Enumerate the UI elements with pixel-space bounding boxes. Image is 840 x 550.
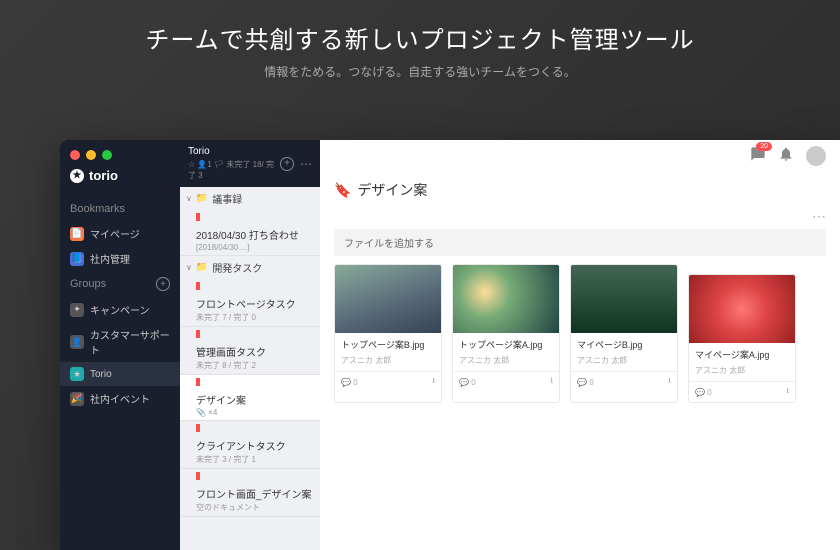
comment-count: 💬 0 [577, 378, 594, 387]
file-author: アスニカ 太郎 [341, 355, 435, 366]
comment-count: 💬 0 [459, 378, 476, 387]
document-tree: ∨ 📁 議事録 2018/04/30 打ち合わせ [2018/04/30 ...… [180, 187, 320, 550]
hero-title: チームで共創する新しいプロジェクト管理ツール [0, 20, 840, 55]
bell-button[interactable] [778, 146, 794, 167]
main-content: 20 🔖 デザイン案 ⋯ ファイルを追加する トップページ案B.jpg アスニカ… [320, 140, 840, 550]
add-file-button[interactable]: ファイルを追加する [334, 229, 826, 256]
download-icon[interactable]: ⭳ [432, 375, 435, 389]
doc-frontpage-task[interactable]: フロントページタスク 未完了 7 / 完了 0 [180, 279, 320, 327]
doc-meeting-0430[interactable]: 2018/04/30 打ち合わせ [2018/04/30 ...] [180, 210, 320, 256]
topbar: 20 [320, 140, 840, 172]
folder-icon: 📁 [196, 262, 208, 273]
doc-client-task[interactable]: クライアントタスク 未完了 3 / 完了 1 [180, 421, 320, 469]
doc-design-draft[interactable]: デザイン案 📎 ×4 [180, 375, 320, 421]
comment-count: 💬 0 [695, 388, 712, 397]
hero-section: チームで共創する新しいプロジェクト管理ツール 情報をためる。つなげる。自走する強… [0, 0, 840, 90]
content-toolbar: ⋯ [320, 208, 840, 225]
file-card[interactable]: トップページ案B.jpg アスニカ 太郎 💬 0 ⭳ [334, 264, 442, 403]
group-icon: 👤 [70, 335, 84, 349]
sidebar: ★ torio Bookmarks 📄 マイページ 📘 社内管理 Groups … [60, 140, 180, 550]
file-thumbnail [335, 265, 441, 333]
status-marker [196, 424, 200, 432]
logo-icon: ★ [70, 169, 84, 183]
tree-header: Torio ☆ 👤1 🏳 未完了 18/ 完了 3 + ⋯ [180, 140, 320, 187]
bell-icon [778, 146, 794, 162]
page-title-row: 🔖 デザイン案 [320, 172, 840, 208]
file-thumbnail [571, 265, 677, 333]
download-icon[interactable]: ⭳ [786, 385, 789, 399]
group-icon: 🎉 [70, 392, 84, 406]
comment-count: 💬 0 [341, 378, 358, 387]
doc-admin-task[interactable]: 管理画面タスク 未完了 8 / 完了 2 [180, 327, 320, 375]
status-marker [196, 378, 200, 386]
group-torio[interactable]: ★ Torio [60, 362, 180, 386]
document-tree-panel: Torio ☆ 👤1 🏳 未完了 18/ 完了 3 + ⋯ ∨ 📁 議事録 20… [180, 140, 320, 550]
page-title: デザイン案 [357, 180, 427, 200]
file-thumbnail [689, 275, 795, 343]
doc-front-design[interactable]: フロント画面_デザイン案 空のドキュメント [180, 469, 320, 517]
file-name: トップページ案A.jpg [459, 338, 553, 351]
group-support[interactable]: 👤 カスタマーサポート [60, 322, 180, 362]
status-marker [196, 282, 200, 290]
bookmarks-header: Bookmarks [60, 197, 180, 221]
notification-badge: 20 [756, 142, 772, 151]
folder-minutes[interactable]: ∨ 📁 議事録 [180, 187, 320, 210]
hero-subtitle: 情報をためる。つなげる。自走する強いチームをつくる。 [0, 63, 840, 80]
download-icon[interactable]: ⭳ [550, 375, 553, 389]
file-card[interactable]: マイページ案A.jpg アスニカ 太郎 💬 0 ⭳ [688, 274, 796, 403]
groups-header: Groups + [60, 271, 180, 297]
file-card[interactable]: マイページB.jpg アスニカ 太郎 💬 0 ⭳ [570, 264, 678, 403]
more-menu-button[interactable]: ⋯ [812, 208, 826, 225]
file-grid: トップページ案B.jpg アスニカ 太郎 💬 0 ⭳ トップページ案A.jpg … [320, 264, 840, 403]
file-name: マイページ案A.jpg [695, 348, 789, 361]
maximize-button[interactable] [102, 150, 112, 160]
user-avatar[interactable] [806, 146, 826, 166]
folder-icon: 📁 [196, 193, 208, 204]
tree-menu-button[interactable]: ⋯ [300, 157, 312, 171]
add-doc-button[interactable]: + [280, 157, 294, 171]
tree-title: Torio [188, 146, 280, 157]
chevron-down-icon: ∨ [186, 263, 192, 272]
file-card[interactable]: トップページ案A.jpg アスニカ 太郎 💬 0 ⭳ [452, 264, 560, 403]
window-controls [70, 150, 112, 160]
close-button[interactable] [70, 150, 80, 160]
minimize-button[interactable] [86, 150, 96, 160]
group-icon: ★ [70, 367, 84, 381]
tree-stats: ☆ 👤1 🏳 未完了 18/ 完了 3 [188, 159, 280, 181]
download-icon[interactable]: ⭳ [668, 375, 671, 389]
status-marker [196, 330, 200, 338]
group-icon: ✦ [70, 303, 84, 317]
status-marker [196, 213, 200, 221]
file-author: アスニカ 太郎 [577, 355, 671, 366]
chevron-down-icon: ∨ [186, 194, 192, 203]
bookmark-mypage[interactable]: 📄 マイページ [60, 221, 180, 246]
file-author: アスニカ 太郎 [459, 355, 553, 366]
bookmark-icon: 📘 [70, 252, 84, 266]
bookmark-internal[interactable]: 📘 社内管理 [60, 246, 180, 271]
folder-dev-tasks[interactable]: ∨ 📁 開発タスク [180, 256, 320, 279]
status-marker [196, 472, 200, 480]
file-name: マイページB.jpg [577, 338, 671, 351]
group-campaign[interactable]: ✦ キャンペーン [60, 297, 180, 322]
file-thumbnail [453, 265, 559, 333]
app-window: ★ torio Bookmarks 📄 マイページ 📘 社内管理 Groups … [60, 140, 840, 550]
group-events[interactable]: 🎉 社内イベント [60, 386, 180, 411]
file-author: アスニカ 太郎 [695, 365, 789, 376]
bookmark-icon[interactable]: 🔖 [334, 182, 351, 199]
app-logo[interactable]: ★ torio [60, 168, 180, 197]
add-group-button[interactable]: + [156, 277, 170, 291]
app-name: torio [89, 168, 118, 183]
bookmark-icon: 📄 [70, 227, 84, 241]
file-name: トップページ案B.jpg [341, 338, 435, 351]
chat-button[interactable]: 20 [750, 146, 766, 167]
